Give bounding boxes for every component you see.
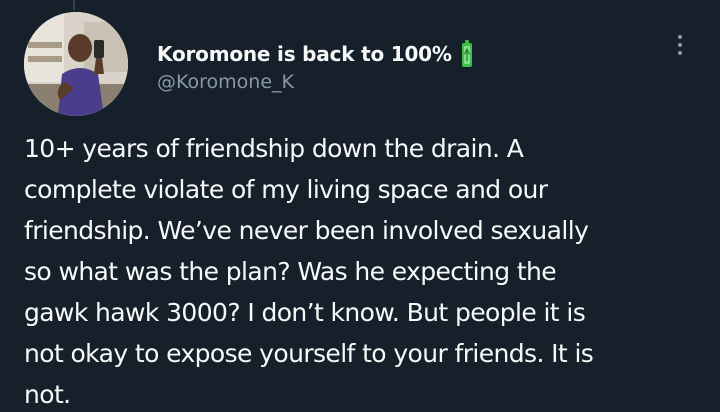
battery-full-icon — [461, 40, 473, 68]
tweet-text-line: not okay to expose yourself to your frie… — [24, 339, 594, 368]
thread-connector-line — [73, 0, 75, 10]
tweet-text-line: complete violate of my living space and … — [24, 175, 548, 204]
author-name-row: Koromone is back to 100% — [157, 38, 473, 70]
tweet-text-line: friendship. We’ve never been involved se… — [24, 216, 589, 245]
author-handle[interactable]: @Koromone_K — [157, 71, 294, 93]
author-display-name[interactable]: Koromone is back to 100% — [157, 42, 452, 66]
tweet-text-line: so what was the plan? Was he expecting t… — [24, 257, 557, 286]
tweet-text-line: 10+ years of friendship down the drain. … — [24, 134, 524, 163]
tweet-text-line: not. — [24, 380, 71, 409]
tweet-text-line: gawk hawk 3000? I don’t know. But people… — [24, 298, 586, 327]
avatar[interactable] — [24, 12, 128, 116]
more-options-button[interactable] — [668, 30, 692, 60]
more-vertical-icon — [678, 35, 682, 39]
avatar-photo-icon — [24, 12, 128, 116]
tweet-text: 10+ years of friendship down the drain. … — [24, 128, 704, 412]
